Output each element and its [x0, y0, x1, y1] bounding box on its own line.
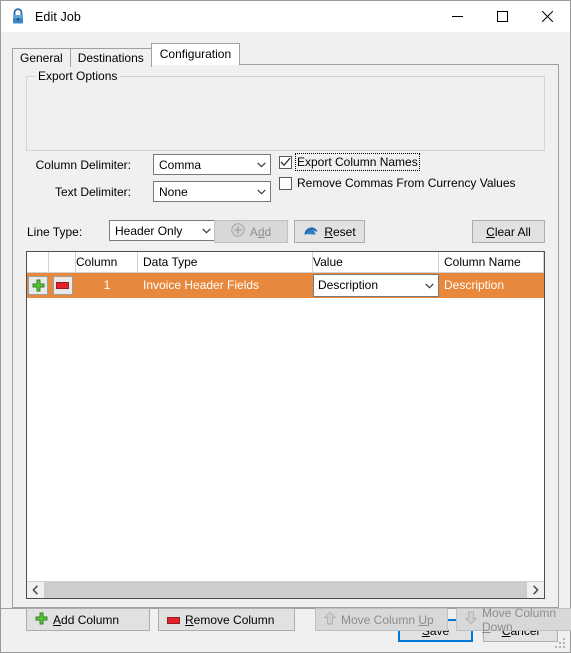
tab-strip: General Destinations Configuration [12, 43, 570, 67]
grid-body: 1 Invoice Header Fields Description Desc… [27, 273, 544, 581]
tab-destinations-label: Destinations [77, 51, 144, 65]
add-button[interactable]: Add [214, 220, 288, 243]
grid-header-row: Column Data Type Value Column Name [27, 252, 544, 273]
grid-header-remove[interactable] [49, 252, 76, 273]
tab-configuration-label: Configuration [159, 47, 232, 61]
remove-column-button-label: Remove Column [185, 612, 275, 627]
checkbox-box [279, 176, 292, 190]
configuration-panel: Export Options Column Delimiter: Comma T… [12, 64, 571, 634]
arrow-up-icon [323, 611, 337, 628]
export-column-names-checkbox[interactable]: Export Column Names [279, 153, 420, 171]
row-add-cell [27, 273, 49, 298]
green-plus-icon[interactable] [28, 276, 48, 295]
remove-commas-label: Remove Commas From Currency Values [297, 176, 516, 190]
window-title: Edit Job [35, 9, 81, 24]
clear-all-button[interactable]: Clear All [472, 220, 545, 243]
grid-header-column[interactable]: Column [76, 252, 138, 273]
column-delimiter-value: Comma [159, 157, 202, 172]
resize-grip[interactable] [555, 638, 567, 650]
row-value-text: Description [318, 278, 379, 292]
tab-general[interactable]: General [12, 48, 71, 67]
text-delimiter-value: None [159, 184, 188, 199]
move-column-down-button[interactable]: Move Column Down [456, 605, 571, 634]
text-delimiter-label: Text Delimiter: [54, 185, 131, 199]
scrollbar-track[interactable] [44, 581, 527, 598]
tab-destinations[interactable]: Destinations [69, 48, 152, 67]
green-plus-icon [35, 612, 48, 628]
row-data-type: Invoice Header Fields [143, 278, 260, 292]
line-type-select[interactable]: Header Only [109, 220, 216, 241]
row-value-select[interactable]: Description [313, 274, 439, 297]
grid-header-value[interactable]: Value [313, 252, 439, 273]
row-value-cell: Description [313, 273, 439, 298]
grid-horizontal-scrollbar[interactable] [27, 581, 544, 598]
minimize-button[interactable] [435, 1, 480, 32]
text-delimiter-select[interactable]: None [153, 181, 271, 202]
scrollbar-thumb[interactable] [44, 581, 527, 598]
line-type-label: Line Type: [27, 225, 83, 239]
column-delimiter-label: Column Delimiter: [35, 158, 131, 172]
export-options-group-label: Export Options [35, 69, 121, 83]
window-controls [435, 1, 570, 32]
row-column-name: Description [444, 278, 505, 292]
title-bar: Edit Job [1, 1, 570, 32]
red-minus-icon [167, 613, 180, 627]
tab-configuration[interactable]: Configuration [150, 43, 241, 65]
lock-icon [13, 8, 23, 24]
column-delimiter-select[interactable]: Comma [153, 154, 271, 175]
close-button[interactable] [525, 1, 570, 32]
move-column-up-button[interactable]: Move Column Up [315, 608, 448, 631]
add-button-label: Add [249, 224, 272, 239]
clear-all-button-label: Clear All [486, 224, 531, 239]
scroll-right-icon[interactable] [527, 581, 544, 598]
chevron-down-icon [253, 161, 270, 168]
grid-header-column-name[interactable]: Column Name [439, 252, 544, 273]
grid-header-data-type[interactable]: Data Type [138, 252, 313, 273]
export-column-names-label: Export Column Names [295, 153, 420, 171]
reset-button-label: Reset [324, 224, 356, 239]
plus-circle-icon [231, 223, 245, 240]
reset-arrow-icon [303, 223, 319, 240]
move-column-down-button-label: Move Column Down [482, 605, 557, 634]
maximize-button[interactable] [480, 1, 525, 32]
chevron-down-icon [421, 282, 438, 289]
row-column-number: 1 [103, 278, 111, 292]
checkbox-box [279, 155, 292, 169]
remove-column-button[interactable]: Remove Column [158, 608, 295, 631]
add-column-button[interactable]: Add Column [26, 608, 150, 631]
reset-button[interactable]: Reset [294, 220, 365, 243]
chevron-down-icon [198, 227, 215, 234]
edit-job-dialog: Edit Job General Destinations Configurat… [0, 0, 571, 653]
tab-general-label: General [20, 51, 63, 65]
columns-grid[interactable]: Column Data Type Value Column Name 1 Inv… [26, 251, 545, 599]
red-minus-icon[interactable] [52, 276, 73, 295]
row-remove-cell [49, 273, 76, 298]
export-options-group: Export Options [26, 69, 545, 151]
grid-header-add[interactable] [27, 252, 49, 273]
line-type-value: Header Only [115, 223, 183, 238]
add-column-button-label: Add Column [53, 612, 120, 627]
arrow-down-icon [464, 611, 478, 628]
move-column-up-button-label: Move Column Up [341, 612, 434, 627]
chevron-down-icon [253, 188, 270, 195]
remove-commas-checkbox[interactable]: Remove Commas From Currency Values [279, 176, 516, 190]
table-row[interactable]: 1 Invoice Header Fields Description Desc… [27, 273, 544, 298]
scroll-left-icon[interactable] [27, 581, 44, 598]
